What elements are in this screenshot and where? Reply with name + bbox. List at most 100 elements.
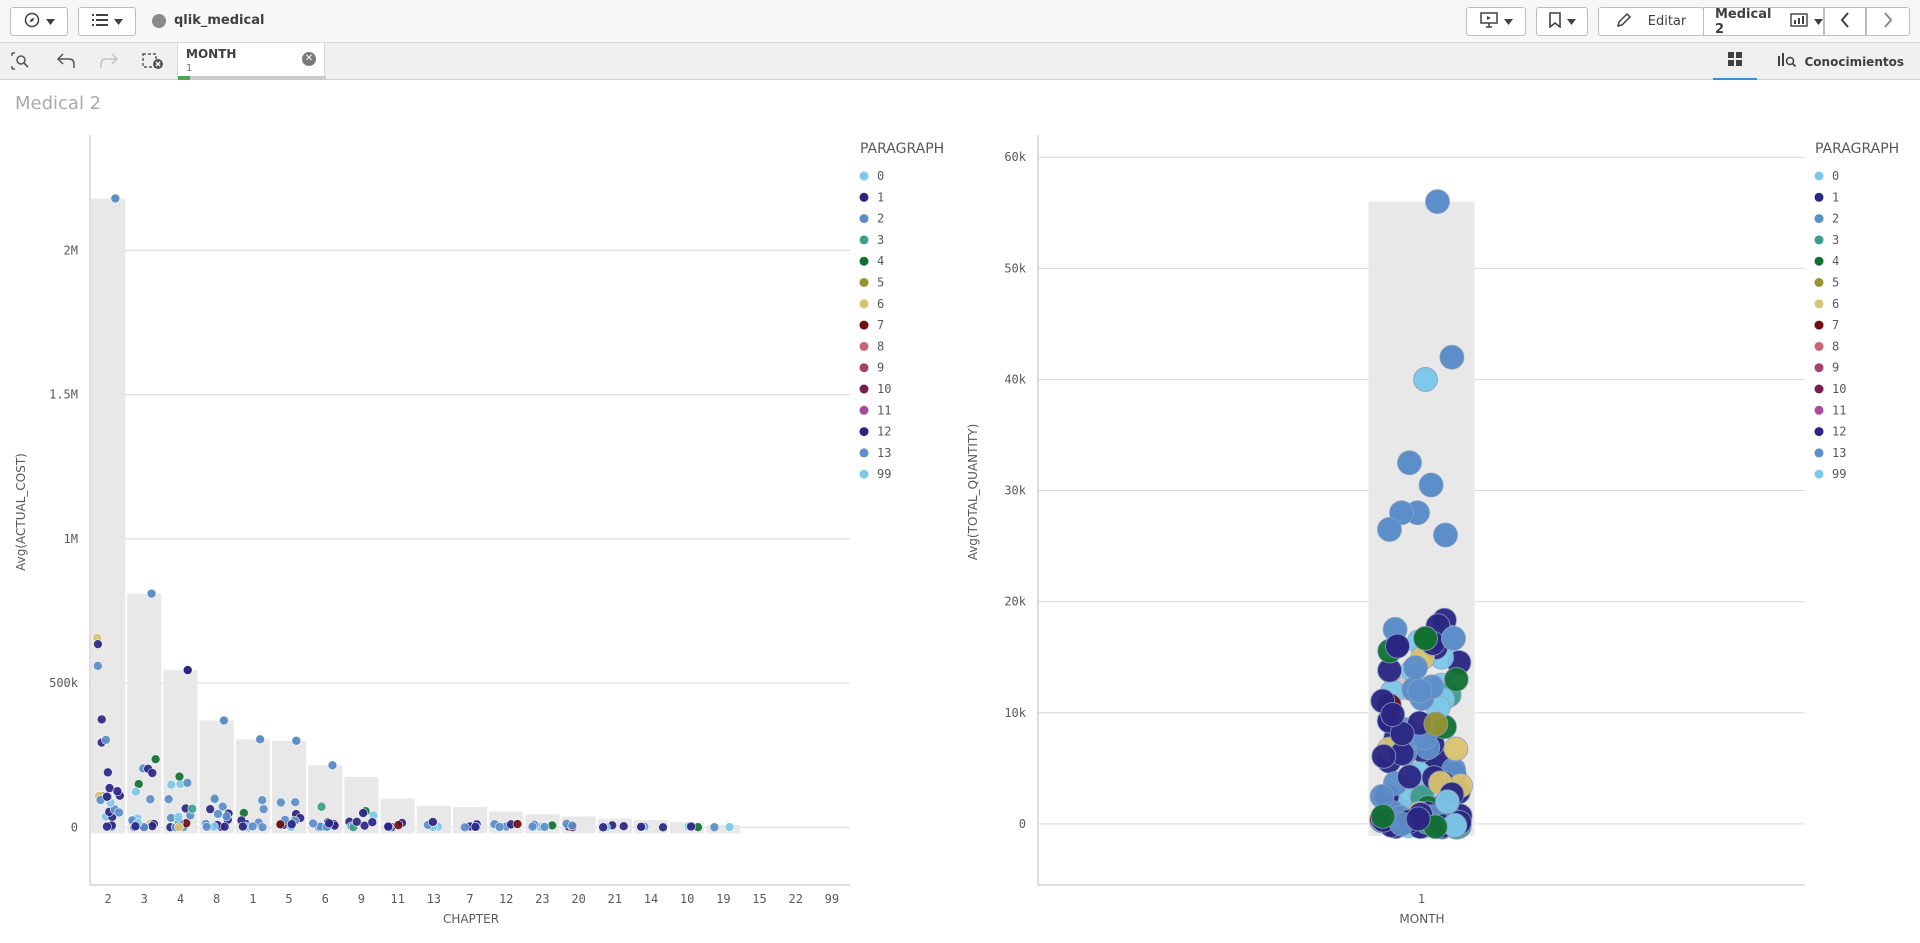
- chart2-legend-label: 4: [1832, 254, 1839, 268]
- chart1-point: [393, 820, 404, 830]
- chart1-legend-label: 7: [877, 318, 884, 332]
- chart1-legend-title: PARAGRAPH: [860, 141, 944, 157]
- chart1-point: [618, 821, 629, 832]
- chart2-point: [1434, 789, 1460, 815]
- chart1-point: [724, 822, 735, 832]
- chart2-y-tick-label: 30k: [1004, 484, 1026, 498]
- insights-label: Conocimientos: [1804, 54, 1905, 69]
- chart1-legend-label: 10: [877, 382, 891, 396]
- insights-button[interactable]: Conocimientos: [1757, 43, 1920, 80]
- chart2-point: [1370, 803, 1396, 829]
- chart2-point: [1441, 625, 1466, 651]
- chart2-point: [1418, 472, 1444, 498]
- selection-chip-month[interactable]: MONTH 1 ✕: [177, 43, 326, 80]
- previous-sheet-button[interactable]: [1824, 7, 1866, 36]
- chart1-y-tick-label: 1.5M: [49, 388, 78, 402]
- chart2-legend-title: PARAGRAPH: [1815, 141, 1899, 157]
- app-name-label: qlik_medical: [174, 13, 265, 28]
- chart1-point: [527, 821, 538, 832]
- chart1-legend-swatch: [859, 405, 869, 415]
- chart1-point: [316, 801, 327, 812]
- chart2-point: [1371, 743, 1397, 769]
- chart1-x-tick-label: 20: [571, 892, 585, 906]
- chart2-x-axis-label: MONTH: [1399, 912, 1444, 926]
- chart1-x-tick-label: 21: [608, 892, 622, 906]
- chart1-y-tick-label: 500k: [49, 676, 79, 690]
- chart1-x-tick-label: 4: [177, 892, 184, 906]
- chart1-point: [358, 808, 368, 818]
- chart2-legend-swatch: [1814, 341, 1824, 351]
- chart2-legend-label: 0: [1832, 169, 1839, 183]
- chart1-x-tick-label: 10: [680, 892, 694, 906]
- chart1-legend-swatch: [859, 214, 869, 224]
- chart1-legend-swatch: [859, 427, 869, 437]
- chart2-point: [1407, 678, 1433, 704]
- presentation-icon: [1479, 11, 1498, 32]
- clear-all-selections-icon[interactable]: [142, 51, 164, 71]
- sheet-selector[interactable]: Medical 2: [1703, 7, 1824, 37]
- chart1-point: [187, 803, 198, 814]
- chart1-point: [290, 797, 300, 808]
- chart2-legend-swatch: [1814, 256, 1824, 266]
- chart2-point: [1413, 367, 1438, 392]
- chart1-point: [686, 821, 696, 832]
- top-toolbar: qlik_medical Editar Medical 2: [0, 0, 1920, 43]
- chart2-legend-label: 2: [1832, 212, 1839, 226]
- compass-icon: [24, 12, 40, 32]
- chevron-left-icon: [1840, 11, 1850, 32]
- chart1-point: [101, 734, 111, 745]
- chart2-legend-label: 5: [1832, 276, 1839, 290]
- chart1-point: [428, 817, 438, 827]
- edit-label: Editar: [1647, 14, 1687, 29]
- present-button[interactable]: [1466, 7, 1526, 36]
- chart2-point: [1385, 633, 1410, 659]
- chart1-point: [221, 811, 232, 822]
- chart-avg-actual-cost[interactable]: Avg(ACTUAL_COST) CHAPTER PARAGRAPH 0 500k…: [0, 80, 960, 943]
- insights-icon: [1777, 52, 1797, 71]
- chart1-legend-label: 3: [877, 233, 884, 247]
- selection-value-label: 1: [186, 63, 193, 74]
- navigation-button[interactable]: [10, 7, 68, 36]
- app-title[interactable]: qlik_medical: [152, 13, 264, 28]
- chart1-point: [130, 821, 141, 832]
- chart2-point: [1403, 655, 1428, 680]
- chart2-legend-label: 3: [1832, 233, 1839, 247]
- chart1-legend-label: 11: [877, 403, 891, 417]
- chart1-point: [174, 822, 184, 832]
- global-menu-button[interactable]: [78, 7, 136, 36]
- bookmarks-button[interactable]: [1536, 7, 1588, 36]
- chart1-point: [709, 822, 720, 833]
- chart2-point: [1397, 450, 1422, 476]
- chart2-legend-swatch: [1814, 469, 1824, 479]
- chevron-down-icon: [1503, 14, 1513, 29]
- edit-button[interactable]: Editar: [1598, 7, 1704, 36]
- chart-avg-total-quantity[interactable]: Avg(TOTAL_QUANTITY) MONTH PARAGRAPH 0 10k…: [960, 80, 1920, 943]
- chart1-point: [93, 661, 103, 671]
- chart1-x-tick-label: 6: [322, 892, 329, 906]
- chart2-legend-swatch: [1814, 384, 1824, 394]
- clear-selection-icon[interactable]: ✕: [302, 52, 316, 66]
- chart2-legend-swatch: [1814, 363, 1824, 373]
- chart1-point: [567, 820, 578, 831]
- sheet-view-toggle[interactable]: [1712, 43, 1757, 80]
- grid-icon: [1727, 51, 1743, 71]
- chart1-point: [658, 822, 668, 833]
- chart1-legend-label: 2: [877, 212, 884, 226]
- chevron-down-icon: [1566, 14, 1576, 29]
- chart2-legend-label: 7: [1832, 318, 1839, 332]
- chart2-legend-label: 99: [1832, 467, 1846, 481]
- next-sheet-button[interactable]: [1866, 7, 1910, 36]
- chart1-point: [598, 822, 608, 833]
- step-back-icon[interactable]: [55, 51, 77, 71]
- app-icon: [152, 13, 166, 28]
- chart1-x-tick-label: 3: [141, 892, 148, 906]
- chart1-point: [383, 821, 394, 832]
- chart2-point: [1423, 711, 1449, 737]
- chart1-point: [247, 821, 258, 832]
- chart1-legend-label: 5: [877, 276, 884, 290]
- smart-search-icon[interactable]: [10, 51, 32, 71]
- chart1-legend-label: 9: [877, 361, 884, 375]
- chart1-point: [324, 818, 334, 829]
- chart1-point: [257, 822, 268, 832]
- chart2-point: [1443, 667, 1469, 692]
